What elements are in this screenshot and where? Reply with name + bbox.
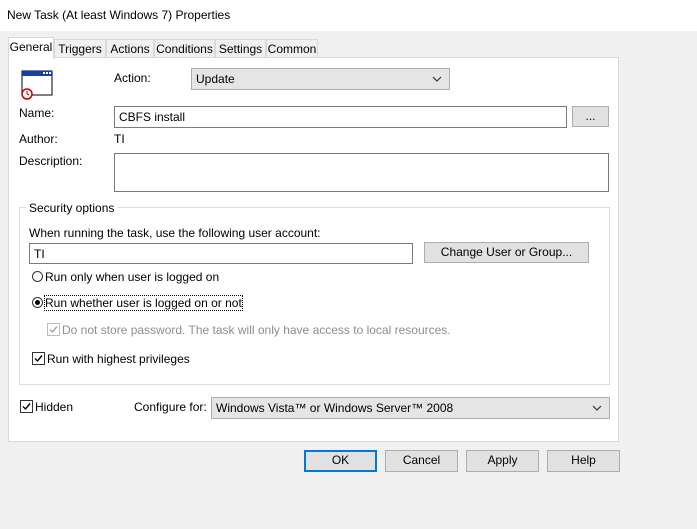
tab-conditions[interactable]: Conditions	[154, 39, 215, 58]
tab-general[interactable]: General	[8, 37, 54, 59]
do-not-store-password-label: Do not store password. The task will onl…	[62, 323, 451, 337]
author-label: Author:	[19, 132, 58, 146]
run-highest-privileges-checkbox[interactable]	[32, 352, 45, 365]
tab-actions-label: Actions	[110, 42, 150, 56]
tab-settings[interactable]: Settings	[215, 39, 266, 58]
configure-for-value: Windows Vista™ or Windows Server™ 2008	[216, 401, 454, 415]
name-input[interactable]: CBFS install	[114, 106, 567, 128]
chevron-down-icon	[592, 405, 602, 411]
tab-general-label: General	[9, 40, 53, 54]
radio-run-only-logged-on[interactable]	[32, 271, 43, 282]
chevron-down-icon	[432, 76, 442, 82]
help-button[interactable]: Help	[547, 450, 620, 472]
description-input[interactable]	[114, 153, 609, 192]
security-options-title: Security options	[26, 201, 118, 215]
tab-triggers-label: Triggers	[58, 42, 102, 56]
radio-run-whether-logged-on-label[interactable]: Run whether user is logged on or not	[44, 295, 243, 311]
radio-run-whether-logged-on[interactable]	[32, 297, 43, 308]
run-highest-privileges-label[interactable]: Run with highest privileges	[47, 352, 190, 366]
user-account-input[interactable]: TI	[29, 243, 413, 264]
action-dropdown[interactable]: Update	[191, 68, 450, 90]
radio-run-only-logged-on-label[interactable]: Run only when user is logged on	[45, 270, 219, 284]
ok-button[interactable]: OK	[304, 450, 377, 472]
cancel-button[interactable]: Cancel	[385, 450, 458, 472]
author-value: TI	[114, 132, 125, 146]
tab-settings-label: Settings	[218, 42, 263, 56]
description-label: Description:	[19, 154, 83, 168]
do-not-store-password-checkbox	[47, 323, 60, 336]
configure-for-dropdown[interactable]: Windows Vista™ or Windows Server™ 2008	[211, 397, 610, 419]
hidden-checkbox[interactable]	[20, 400, 33, 413]
tab-actions[interactable]: Actions	[106, 39, 154, 58]
title-bar: New Task (At least Windows 7) Properties	[0, 0, 697, 31]
checkmark-icon	[49, 326, 58, 334]
checkmark-icon	[34, 355, 43, 363]
action-label: Action:	[114, 71, 151, 85]
tab-conditions-label: Conditions	[156, 42, 213, 56]
action-dropdown-value: Update	[196, 72, 235, 86]
account-prompt: When running the task, use the following…	[29, 226, 321, 240]
hidden-label[interactable]: Hidden	[35, 400, 73, 414]
window-title: New Task (At least Windows 7) Properties	[7, 8, 231, 22]
browse-button[interactable]: ...	[572, 106, 609, 127]
tab-common[interactable]: Common	[266, 39, 318, 58]
change-user-group-button[interactable]: Change User or Group...	[424, 242, 589, 263]
tab-triggers[interactable]: Triggers	[54, 39, 106, 58]
configure-for-label: Configure for:	[134, 400, 207, 414]
checkmark-icon	[22, 403, 31, 411]
tab-common-label: Common	[267, 42, 317, 56]
task-window-clock-icon	[21, 70, 53, 100]
radio-selected-dot	[35, 300, 40, 305]
apply-button[interactable]: Apply	[466, 450, 539, 472]
name-label: Name:	[19, 106, 55, 120]
